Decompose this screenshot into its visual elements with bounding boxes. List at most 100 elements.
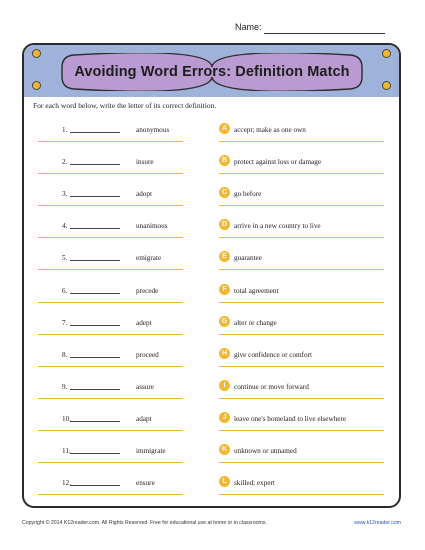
answer-blank[interactable] <box>70 260 120 262</box>
vocab-word: proceed <box>136 350 159 359</box>
vocab-word: ensure <box>136 479 155 488</box>
letter-badge-icon: I <box>219 379 230 391</box>
vocab-word: adopt <box>136 190 152 199</box>
definition-divider <box>219 365 384 367</box>
definition-divider <box>219 269 384 271</box>
answer-blank[interactable] <box>70 356 120 358</box>
vocab-word: emigrate <box>136 254 162 263</box>
name-field[interactable] <box>264 33 385 34</box>
item-number: 7. <box>62 318 68 327</box>
definition-text: go before <box>234 190 262 199</box>
answer-blank[interactable] <box>70 453 120 454</box>
list-item: 2. insure Bprotect against loss or damage <box>0 152 425 184</box>
definition-divider <box>219 333 384 335</box>
answer-blank[interactable] <box>70 324 120 326</box>
row-divider <box>38 141 183 142</box>
definition-text: arrive in a new country to live <box>234 222 321 231</box>
item-number: 9. <box>62 382 68 391</box>
item-number: 1. <box>62 126 68 134</box>
corner-dot-icon <box>32 81 41 90</box>
definition-divider <box>219 173 384 175</box>
instructions: For each word below, write the letter of… <box>33 101 217 110</box>
vocab-word: assure <box>136 382 154 391</box>
item-number: 6. <box>62 286 68 295</box>
row-divider <box>38 173 183 175</box>
vocab-word: unanimous <box>136 222 168 231</box>
answer-blank[interactable] <box>70 388 120 390</box>
definition-text: guarantee <box>234 254 262 263</box>
letter-badge-icon: G <box>219 315 230 327</box>
vocab-word: precede <box>136 286 159 295</box>
definition-divider <box>219 462 384 463</box>
item-number: 4. <box>62 222 68 231</box>
definition-text: unknown or unnamed <box>234 447 297 455</box>
definition-divider <box>219 494 384 496</box>
definition-text: skilled; expert <box>234 479 275 488</box>
corner-dot-icon <box>32 49 41 58</box>
row-divider <box>38 205 183 207</box>
list-item: 3. adopt Cgo before <box>0 184 425 216</box>
definition-divider <box>219 237 384 239</box>
item-number: 5. <box>62 254 68 263</box>
definition-text: continue or move forward <box>234 382 309 391</box>
list-item: 10. adapt Jleave one's homeland to live el… <box>0 409 425 441</box>
letter-badge-icon: C <box>219 187 230 199</box>
vocab-word: immigrate <box>136 447 166 455</box>
item-number: 8. <box>62 350 68 359</box>
corner-dot-icon <box>382 49 391 58</box>
title-banner: Avoiding Word Errors: Definition Match <box>60 52 364 92</box>
list-item: 8. proceed Hgive confidence or comfort <box>0 345 425 377</box>
answer-blank[interactable] <box>70 485 120 487</box>
list-item: 7. adept Galter or change <box>0 313 425 345</box>
vocab-word: anonymous <box>136 126 170 134</box>
letter-badge-icon: J <box>219 411 230 423</box>
answer-blank[interactable] <box>70 196 120 198</box>
list-item: 9. assure Icontinue or move forward <box>0 377 425 409</box>
list-item: 5. emigrate Eguarantee <box>0 248 425 280</box>
definition-divider <box>219 429 384 431</box>
definition-text: total agreement <box>234 286 279 295</box>
row-divider <box>38 301 183 303</box>
definition-text: leave one's homeland to live elsewhere <box>234 414 347 423</box>
letter-badge-icon: L <box>219 476 230 488</box>
vocab-word: adapt <box>136 414 152 423</box>
list-item: 6. precede Ftotal agreement <box>0 281 425 313</box>
row-divider <box>38 494 183 496</box>
letter-badge-icon: F <box>219 283 230 295</box>
letter-badge-icon: D <box>219 219 230 231</box>
list-item: 4. unanimous Darrive in a new country to l… <box>0 216 425 248</box>
list-item: 1. anonymous Aaccept; make as one own <box>0 120 425 152</box>
letter-badge-icon: K <box>219 444 230 455</box>
name-label: Name: <box>235 22 262 32</box>
vocab-word: adept <box>136 318 152 327</box>
list-item: 11. immigrate Kunknown or unnamed <box>0 441 425 473</box>
row-divider <box>38 397 183 399</box>
definition-divider <box>219 205 384 207</box>
row-divider <box>38 333 183 335</box>
answer-blank[interactable] <box>70 164 120 166</box>
page-title: Avoiding Word Errors: Definition Match <box>74 64 350 80</box>
answer-blank[interactable] <box>70 132 120 133</box>
letter-badge-icon: E <box>219 251 230 263</box>
row-divider <box>38 237 183 239</box>
definition-text: accept; make as one own <box>234 126 306 134</box>
definition-text: protect against loss or damage <box>234 158 322 167</box>
letter-badge-icon: B <box>219 155 230 167</box>
definition-text: give confidence or comfort <box>234 350 313 359</box>
footer-link[interactable]: www.k12reader.com <box>354 520 401 526</box>
definition-divider <box>219 397 384 399</box>
letter-badge-icon: H <box>219 347 230 359</box>
row-divider <box>38 365 183 367</box>
answer-blank[interactable] <box>70 420 120 422</box>
row-divider <box>38 429 183 431</box>
item-number: 2. <box>62 158 68 167</box>
definition-divider <box>219 301 384 303</box>
letter-badge-icon: A <box>219 123 230 134</box>
answer-blank[interactable] <box>70 292 120 294</box>
row-divider <box>38 462 183 463</box>
row-divider <box>38 269 183 271</box>
definition-divider <box>219 141 384 142</box>
corner-dot-icon <box>382 81 391 90</box>
item-number: 3. <box>62 190 68 199</box>
answer-blank[interactable] <box>70 228 120 230</box>
